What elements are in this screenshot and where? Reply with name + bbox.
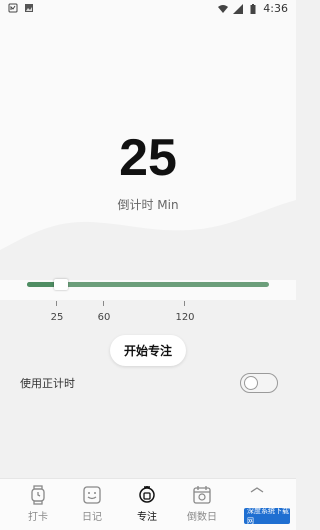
slider-thumb[interactable] xyxy=(54,279,68,290)
status-time: 4:36 xyxy=(263,2,288,15)
slider-tick-label: 25 xyxy=(50,312,64,323)
nav-item-diary[interactable]: 日记 xyxy=(67,485,117,523)
slider-tick-label: 60 xyxy=(97,312,111,323)
start-focus-button[interactable]: 开始专注 xyxy=(110,335,186,366)
watermark-text: 深度系统下载网 xyxy=(247,507,289,525)
toggle-knob xyxy=(244,376,258,390)
nav-item-more[interactable] xyxy=(232,485,282,508)
image-notification-icon xyxy=(25,4,33,12)
battery-icon xyxy=(250,3,256,14)
slider-tick-120 xyxy=(184,301,185,306)
timer-value: 25 xyxy=(119,129,177,187)
slider-tick-25 xyxy=(56,301,57,306)
wifi-icon xyxy=(218,4,229,13)
slider-tick-60 xyxy=(103,301,104,306)
nav-item-focus[interactable]: 专注 xyxy=(122,485,172,523)
nav-item-countdown[interactable]: 倒数日 xyxy=(177,485,227,523)
count-up-label: 使用正计时 xyxy=(20,377,75,390)
duration-slider[interactable] xyxy=(27,279,269,291)
nav-item-punch[interactable]: 打卡 xyxy=(13,485,63,523)
calendar-icon xyxy=(193,486,211,504)
status-bar: 4:36 xyxy=(0,0,296,18)
nav-label: 日记 xyxy=(82,512,102,523)
watermark-logo: 深度系统下载网 xyxy=(244,507,290,525)
timer-label: 倒计时 Min xyxy=(117,198,179,212)
nav-label: 专注 xyxy=(137,512,157,523)
nav-label: 打卡 xyxy=(28,512,48,523)
smile-face-icon xyxy=(83,486,101,504)
slider-tick-label: 120 xyxy=(175,312,195,323)
watch-icon xyxy=(31,485,45,505)
expand-up-icon xyxy=(250,487,264,493)
nav-label: 倒数日 xyxy=(187,512,217,523)
notification-icon xyxy=(8,3,18,13)
focus-icon xyxy=(139,486,155,503)
wave-divider xyxy=(0,200,296,280)
signal-icon xyxy=(233,3,244,14)
count-up-toggle[interactable] xyxy=(240,373,278,393)
